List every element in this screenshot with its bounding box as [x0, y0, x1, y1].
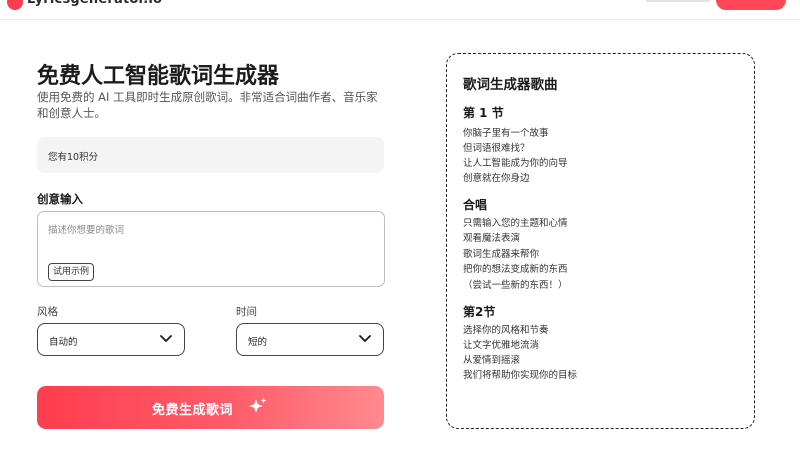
site-header: Lyricsgenerator.io [0, 0, 800, 20]
lyric-line: 创意就在你身边 [463, 173, 530, 184]
lyric-line: 只需输入您的主题和心情 [463, 218, 568, 229]
logo-icon[interactable] [7, 0, 23, 10]
header-cta-button[interactable] [716, 0, 786, 10]
header-divider [646, 0, 710, 2]
lyric-line: 让人工智能成为你的向导 [463, 158, 568, 169]
length-select[interactable]: 短的 [236, 323, 384, 356]
length-label: 时间 [236, 306, 257, 318]
try-example-button[interactable]: 试用示例 [48, 263, 95, 281]
lyric-line: 从爱情到摇滚 [463, 355, 521, 366]
style-label: 风格 [37, 306, 58, 318]
lyric-line: 你脑子里有一个故事 [463, 128, 549, 139]
lyric-line: 歌词生成器来帮你 [463, 249, 540, 260]
chevron-down-icon [359, 335, 371, 342]
section-title: 合唱 [463, 198, 488, 212]
sparkle-icon [249, 397, 267, 413]
generate-lyrics-button[interactable]: 免费生成歌词 [37, 386, 384, 429]
lyrics-input-box: 试用示例 [37, 211, 385, 287]
lyric-line: 让文字优雅地流淌 [463, 340, 540, 351]
card-title: 歌词生成器歌曲 [463, 77, 558, 93]
section-title: 第 1 节 [463, 106, 504, 120]
page-title: 免费人工智能歌词生成器 [37, 64, 280, 89]
credits-text: 您有10积分 [48, 152, 99, 163]
brand-name[interactable]: Lyricsgenerator.io [27, 0, 162, 8]
lyric-line: 选择你的风格和节奏 [463, 325, 549, 336]
sample-song-card: 歌词生成器歌曲 第 1 节 你脑子里有一个故事 但词语很难找？ 让人工智能成为你… [446, 53, 755, 429]
creative-input-label: 创意输入 [37, 192, 83, 206]
lyric-line: （尝试一些新的东西！） [463, 280, 568, 291]
lyrics-description-input[interactable] [48, 222, 368, 262]
lyric-line: 但词语很难找？ [463, 143, 530, 154]
style-select-value: 自动的 [49, 337, 78, 348]
chevron-down-icon [160, 335, 172, 342]
lyric-line: 我们将帮助你实现你的目标 [463, 370, 578, 381]
page-subtitle: 使用免费的 AI 工具即时生成原创歌词。非常适合词曲作者、音乐家和创意人士。 [37, 90, 378, 120]
style-select[interactable]: 自动的 [37, 323, 185, 356]
length-select-value: 短的 [248, 337, 268, 348]
lyric-line: 把你的想法变成新的东西 [463, 264, 568, 275]
lyric-line: 观看魔法表演 [463, 233, 521, 244]
credits-banner: 您有10积分 [37, 137, 384, 173]
section-title: 第2节 [463, 305, 496, 319]
generate-lyrics-label: 免费生成歌词 [152, 402, 234, 417]
